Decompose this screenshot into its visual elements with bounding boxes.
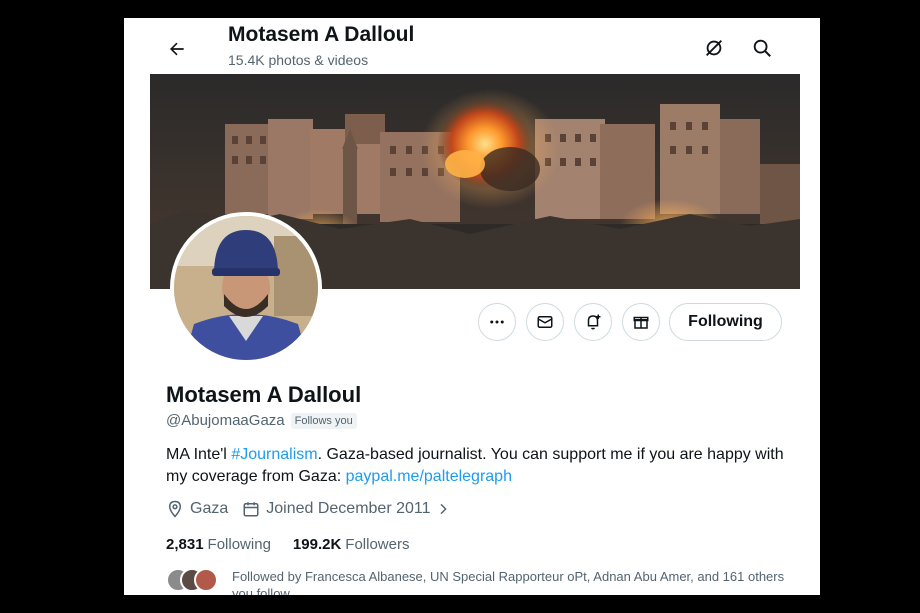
more-button[interactable]: [478, 303, 516, 341]
followers-count: 199.2K: [292, 536, 342, 553]
profile-page: Motasem A Dalloul 15.4K photos & videos: [150, 18, 800, 595]
bell-plus-icon: [587, 314, 601, 330]
follow-counts: 2,831 Following 199.2K Followers: [166, 536, 431, 553]
location-pin-icon: [168, 500, 182, 518]
back-button[interactable]: [160, 32, 194, 66]
follows-you-badge: Follows you: [290, 412, 357, 429]
bio-prefix: MA Inte'l: [166, 446, 232, 463]
arrow-left-icon: [170, 42, 184, 56]
following-count: 2,831: [166, 536, 204, 553]
following-count-link[interactable]: 2,831 Following: [166, 536, 271, 553]
location-text: Gaza: [190, 500, 229, 517]
profile-header: Motasem A Dalloul 15.4K photos & videos: [150, 18, 800, 74]
chevron-right-icon: [439, 503, 447, 515]
subscribe-button[interactable]: [622, 303, 660, 341]
followed-by-avatars: [166, 568, 224, 592]
following-label: Following: [207, 536, 271, 553]
notify-button[interactable]: [574, 303, 612, 341]
more-icon: [490, 320, 504, 324]
profile-avatar[interactable]: [170, 212, 322, 364]
mini-avatar: [194, 568, 218, 592]
envelope-icon: [537, 316, 553, 328]
followers-label: Followers: [345, 536, 410, 553]
bio-paypal-link[interactable]: paypal.me/paltelegraph: [346, 468, 512, 485]
profile-bio: MA Inte'l #Journalism. Gaza-based journa…: [166, 444, 791, 488]
joined-item[interactable]: Joined December 2011: [242, 500, 456, 518]
calendar-icon: [243, 502, 259, 517]
followed-by-text: Followed by Francesca Albanese, UN Speci…: [232, 569, 785, 595]
followed-by-row[interactable]: Followed by Francesca Albanese, UN Speci…: [166, 568, 791, 595]
avatar-image: [174, 216, 318, 360]
handle-row: @AbujomaaGaza Follows you: [166, 412, 357, 429]
followers-count-link[interactable]: 199.2K Followers: [293, 536, 410, 553]
grok-icon: [706, 40, 722, 56]
gift-icon: [633, 316, 649, 329]
grok-button[interactable]: [696, 30, 732, 66]
following-button[interactable]: Following: [669, 303, 782, 341]
header-subtitle: 15.4K photos & videos: [228, 52, 369, 68]
profile-name: Motasem A Dalloul: [166, 382, 362, 407]
header-title: Motasem A Dalloul: [228, 23, 415, 46]
message-button[interactable]: [526, 303, 564, 341]
location-item: Gaza: [166, 500, 228, 518]
screenshot-frame: Motasem A Dalloul 15.4K photos & videos: [124, 18, 820, 595]
bio-hashtag-link[interactable]: #Journalism: [231, 446, 317, 463]
search-button[interactable]: [744, 30, 780, 66]
joined-text: Joined December 2011: [266, 500, 431, 517]
search-icon: [753, 39, 771, 57]
profile-handle: @AbujomaaGaza: [166, 412, 285, 429]
profile-meta: Gaza Joined December 2011: [166, 500, 457, 518]
